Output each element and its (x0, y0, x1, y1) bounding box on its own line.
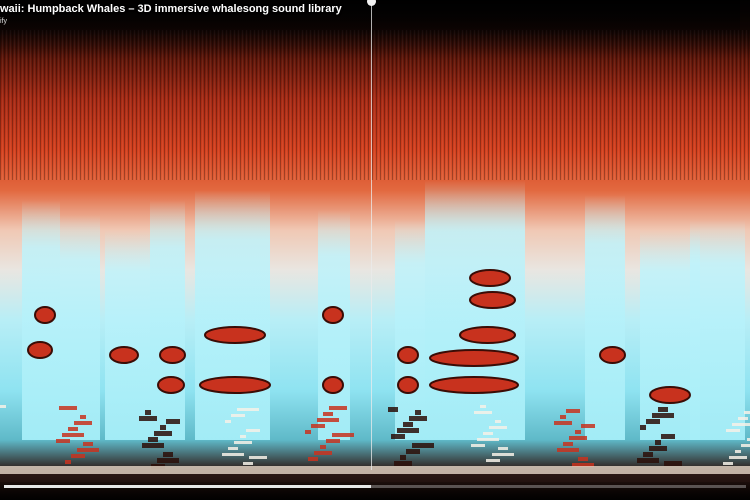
player-controls (0, 482, 750, 500)
video-title[interactable]: waii: Humpback Whales – 3D immersive wha… (0, 3, 342, 15)
video-player[interactable]: waii: Humpback Whales – 3D immersive wha… (0, 0, 750, 500)
progress-bar[interactable] (4, 485, 746, 488)
channel-name[interactable]: ify (0, 18, 7, 25)
spectrogram-image (0, 0, 750, 500)
playhead-line (371, 0, 372, 470)
progress-fill (4, 485, 372, 488)
